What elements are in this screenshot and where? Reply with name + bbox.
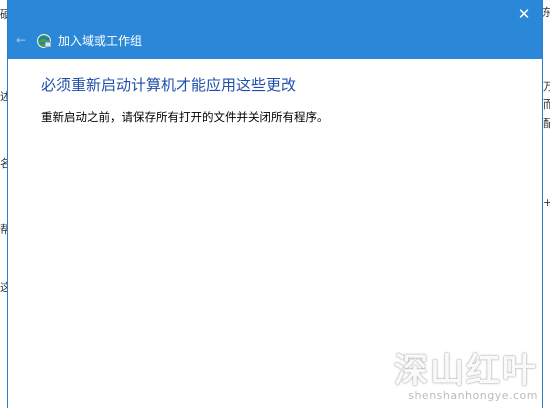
bg-right-fragment: 配 [543,117,550,130]
back-arrow-icon[interactable]: ← [13,32,29,48]
network-computer-icon [36,33,52,49]
restart-required-heading: 必须重新启动计算机才能应用这些更改 [41,76,297,94]
watermark-logo-text: 深山红叶 [394,351,538,391]
background-window-right: 东 万 而 配 + [542,0,550,408]
join-domain-dialog: ✕ ← 加入域或工作组 必须重新启动计算机才能应用这些更改 重新启动之前，请保存… [7,0,543,408]
dialog-title: 加入域或工作组 [58,34,143,48]
watermark: 深山红叶 shenshanhongye.com [394,352,538,402]
close-button[interactable]: ✕ [512,2,536,26]
dialog-titlebar: ✕ ← 加入域或工作组 [8,0,542,59]
bg-right-fragment: + [543,196,550,209]
bg-right-fragment: 万 [543,80,550,93]
screen: 硬 述 名 帮 这 东 万 而 配 + ✕ ← 加入域或工作组 必须重新启动计算… [0,0,550,408]
bg-right-fragment: 而 [543,98,550,111]
bg-right-fragment: 东 [542,6,550,19]
restart-message: 重新启动之前，请保存所有打开的文件并关闭所有程序。 [41,110,329,124]
watermark-url: shenshanhongye.com [408,389,538,402]
